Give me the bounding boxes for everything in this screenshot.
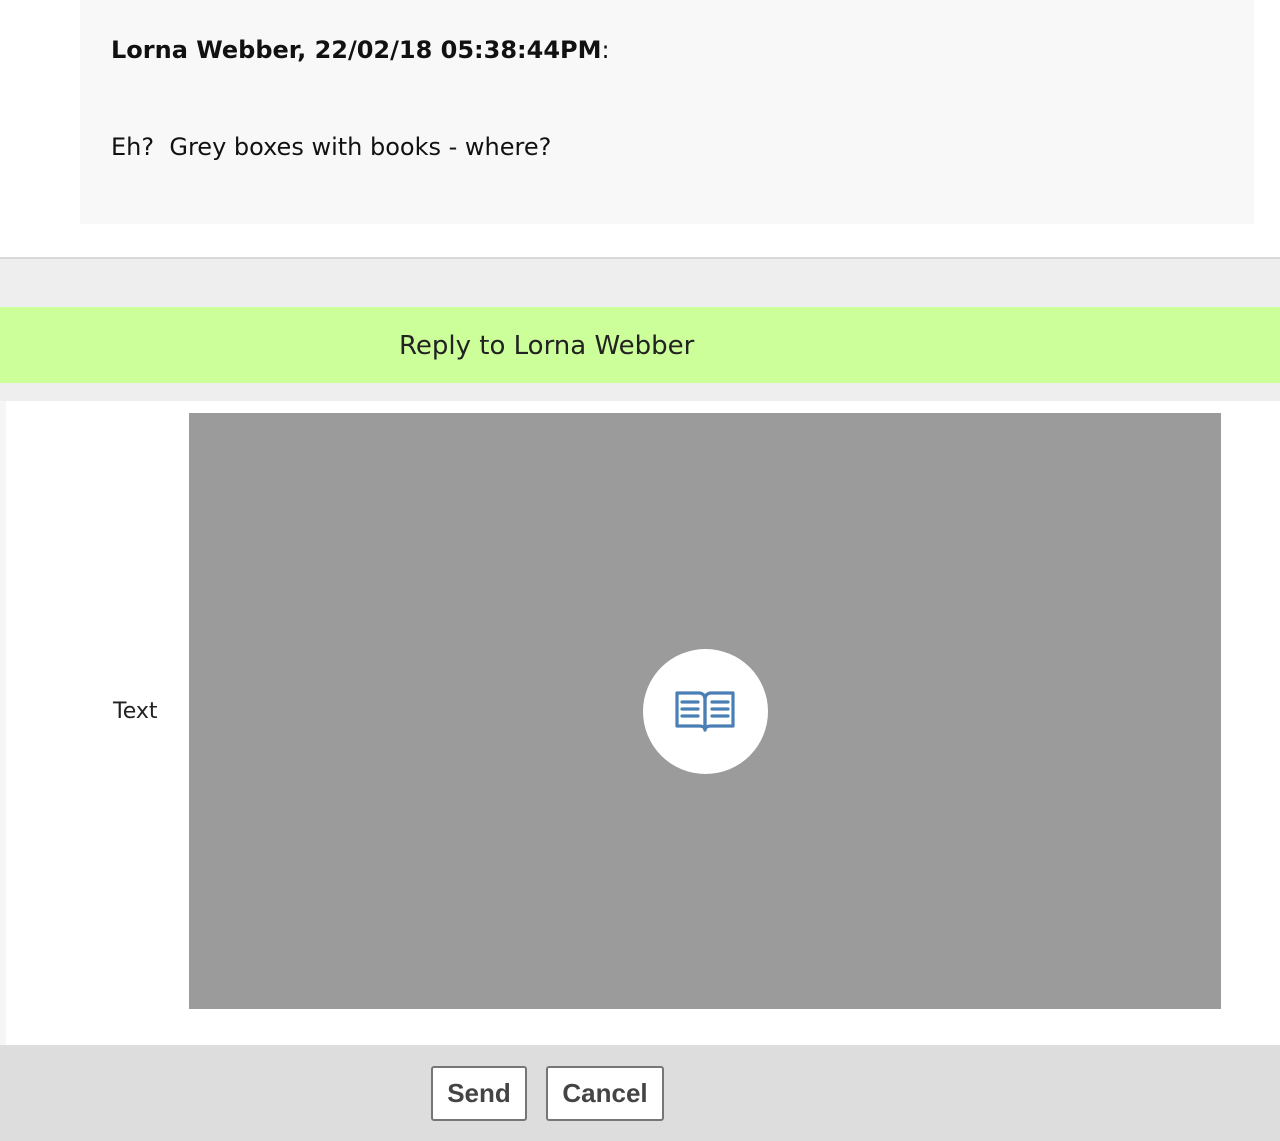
spacer-band: [0, 259, 1280, 307]
message-card: Lorna Webber, 22/02/18 05:38:44PM: Eh? G…: [80, 0, 1254, 224]
reply-header: Reply to Lorna Webber: [0, 307, 1280, 383]
form-left-edge: [0, 401, 6, 1045]
reply-form: Text: [0, 401, 1280, 1045]
message-author: Lorna Webber, 22/02/18 05:38:44PM:: [111, 36, 610, 64]
spacer-band: [0, 383, 1280, 401]
open-book-icon: [675, 691, 735, 732]
message-body: Eh? Grey boxes with books - where?: [111, 133, 552, 161]
send-button[interactable]: Send: [431, 1066, 527, 1121]
text-field-label: Text: [113, 699, 158, 724]
message-author-name: Lorna Webber, 22/02/18 05:38:44PM: [111, 36, 602, 64]
reader-button[interactable]: [643, 649, 768, 774]
text-editor-placeholder[interactable]: [189, 413, 1221, 1009]
form-actions-bar: Send Cancel: [0, 1045, 1280, 1141]
reply-title: Reply to Lorna Webber: [399, 331, 695, 361]
cancel-button[interactable]: Cancel: [546, 1066, 664, 1121]
message-author-suffix: :: [601, 36, 610, 64]
